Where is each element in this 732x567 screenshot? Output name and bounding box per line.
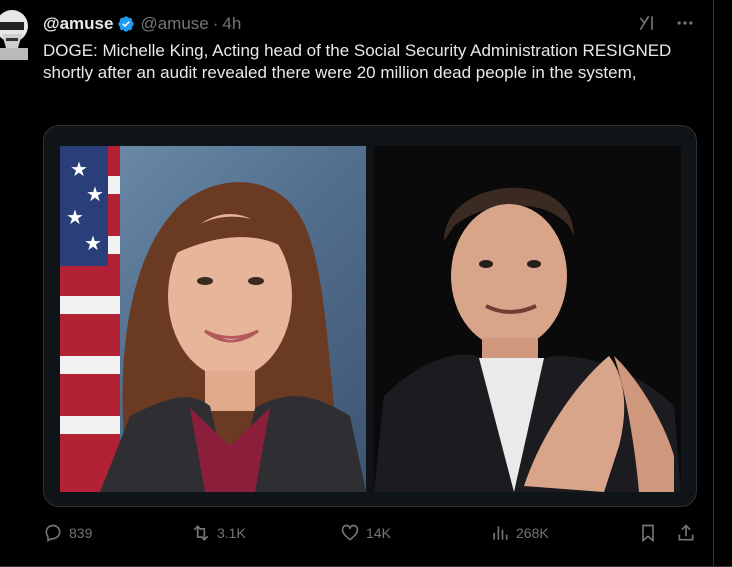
views-count: 268K [516,525,549,541]
reply-count: 839 [69,525,93,541]
timeline-border [713,0,714,567]
reply-button[interactable]: 839 [43,523,92,543]
like-button[interactable]: 14K [340,523,391,543]
share-icon [678,524,694,541]
views-button[interactable]: 268K [490,523,549,543]
repost-button[interactable]: 3.1K [191,523,246,543]
views-icon [493,526,508,540]
svg-text:★: ★ [84,233,102,255]
photo-woman[interactable]: ★ ★ ★ ★ [60,146,366,492]
repost-icon [193,525,209,541]
svg-text:★: ★ [66,207,84,229]
heart-icon [341,524,359,541]
display-name[interactable]: @amuse [43,14,113,34]
like-count: 14K [366,525,391,541]
repost-count: 3.1K [217,525,246,541]
bookmark-button[interactable] [638,523,658,543]
verified-badge-icon [117,15,135,33]
tweet-header: @amuse @amuse · 4h [43,12,241,36]
separator: · [212,14,219,33]
tweet-text: DOGE: Michelle King, Acting head of the … [43,41,672,82]
share-button[interactable] [676,523,696,543]
tweet-top-actions [636,12,696,34]
tweet-media[interactable]: ★ ★ ★ ★ [43,125,697,507]
handle[interactable]: @amuse [140,14,208,34]
tweet-actions: 839 3.1K 14K 268K [43,518,703,548]
grok-icon[interactable] [636,12,658,34]
svg-text:★: ★ [86,184,104,206]
svg-text:★: ★ [70,159,88,181]
reply-icon [45,524,61,542]
avatar[interactable] [0,8,28,60]
more-icon[interactable] [674,12,696,34]
timestamp[interactable]: 4h [222,14,241,34]
bookmark-icon [642,524,654,543]
photo-man[interactable] [374,146,681,492]
